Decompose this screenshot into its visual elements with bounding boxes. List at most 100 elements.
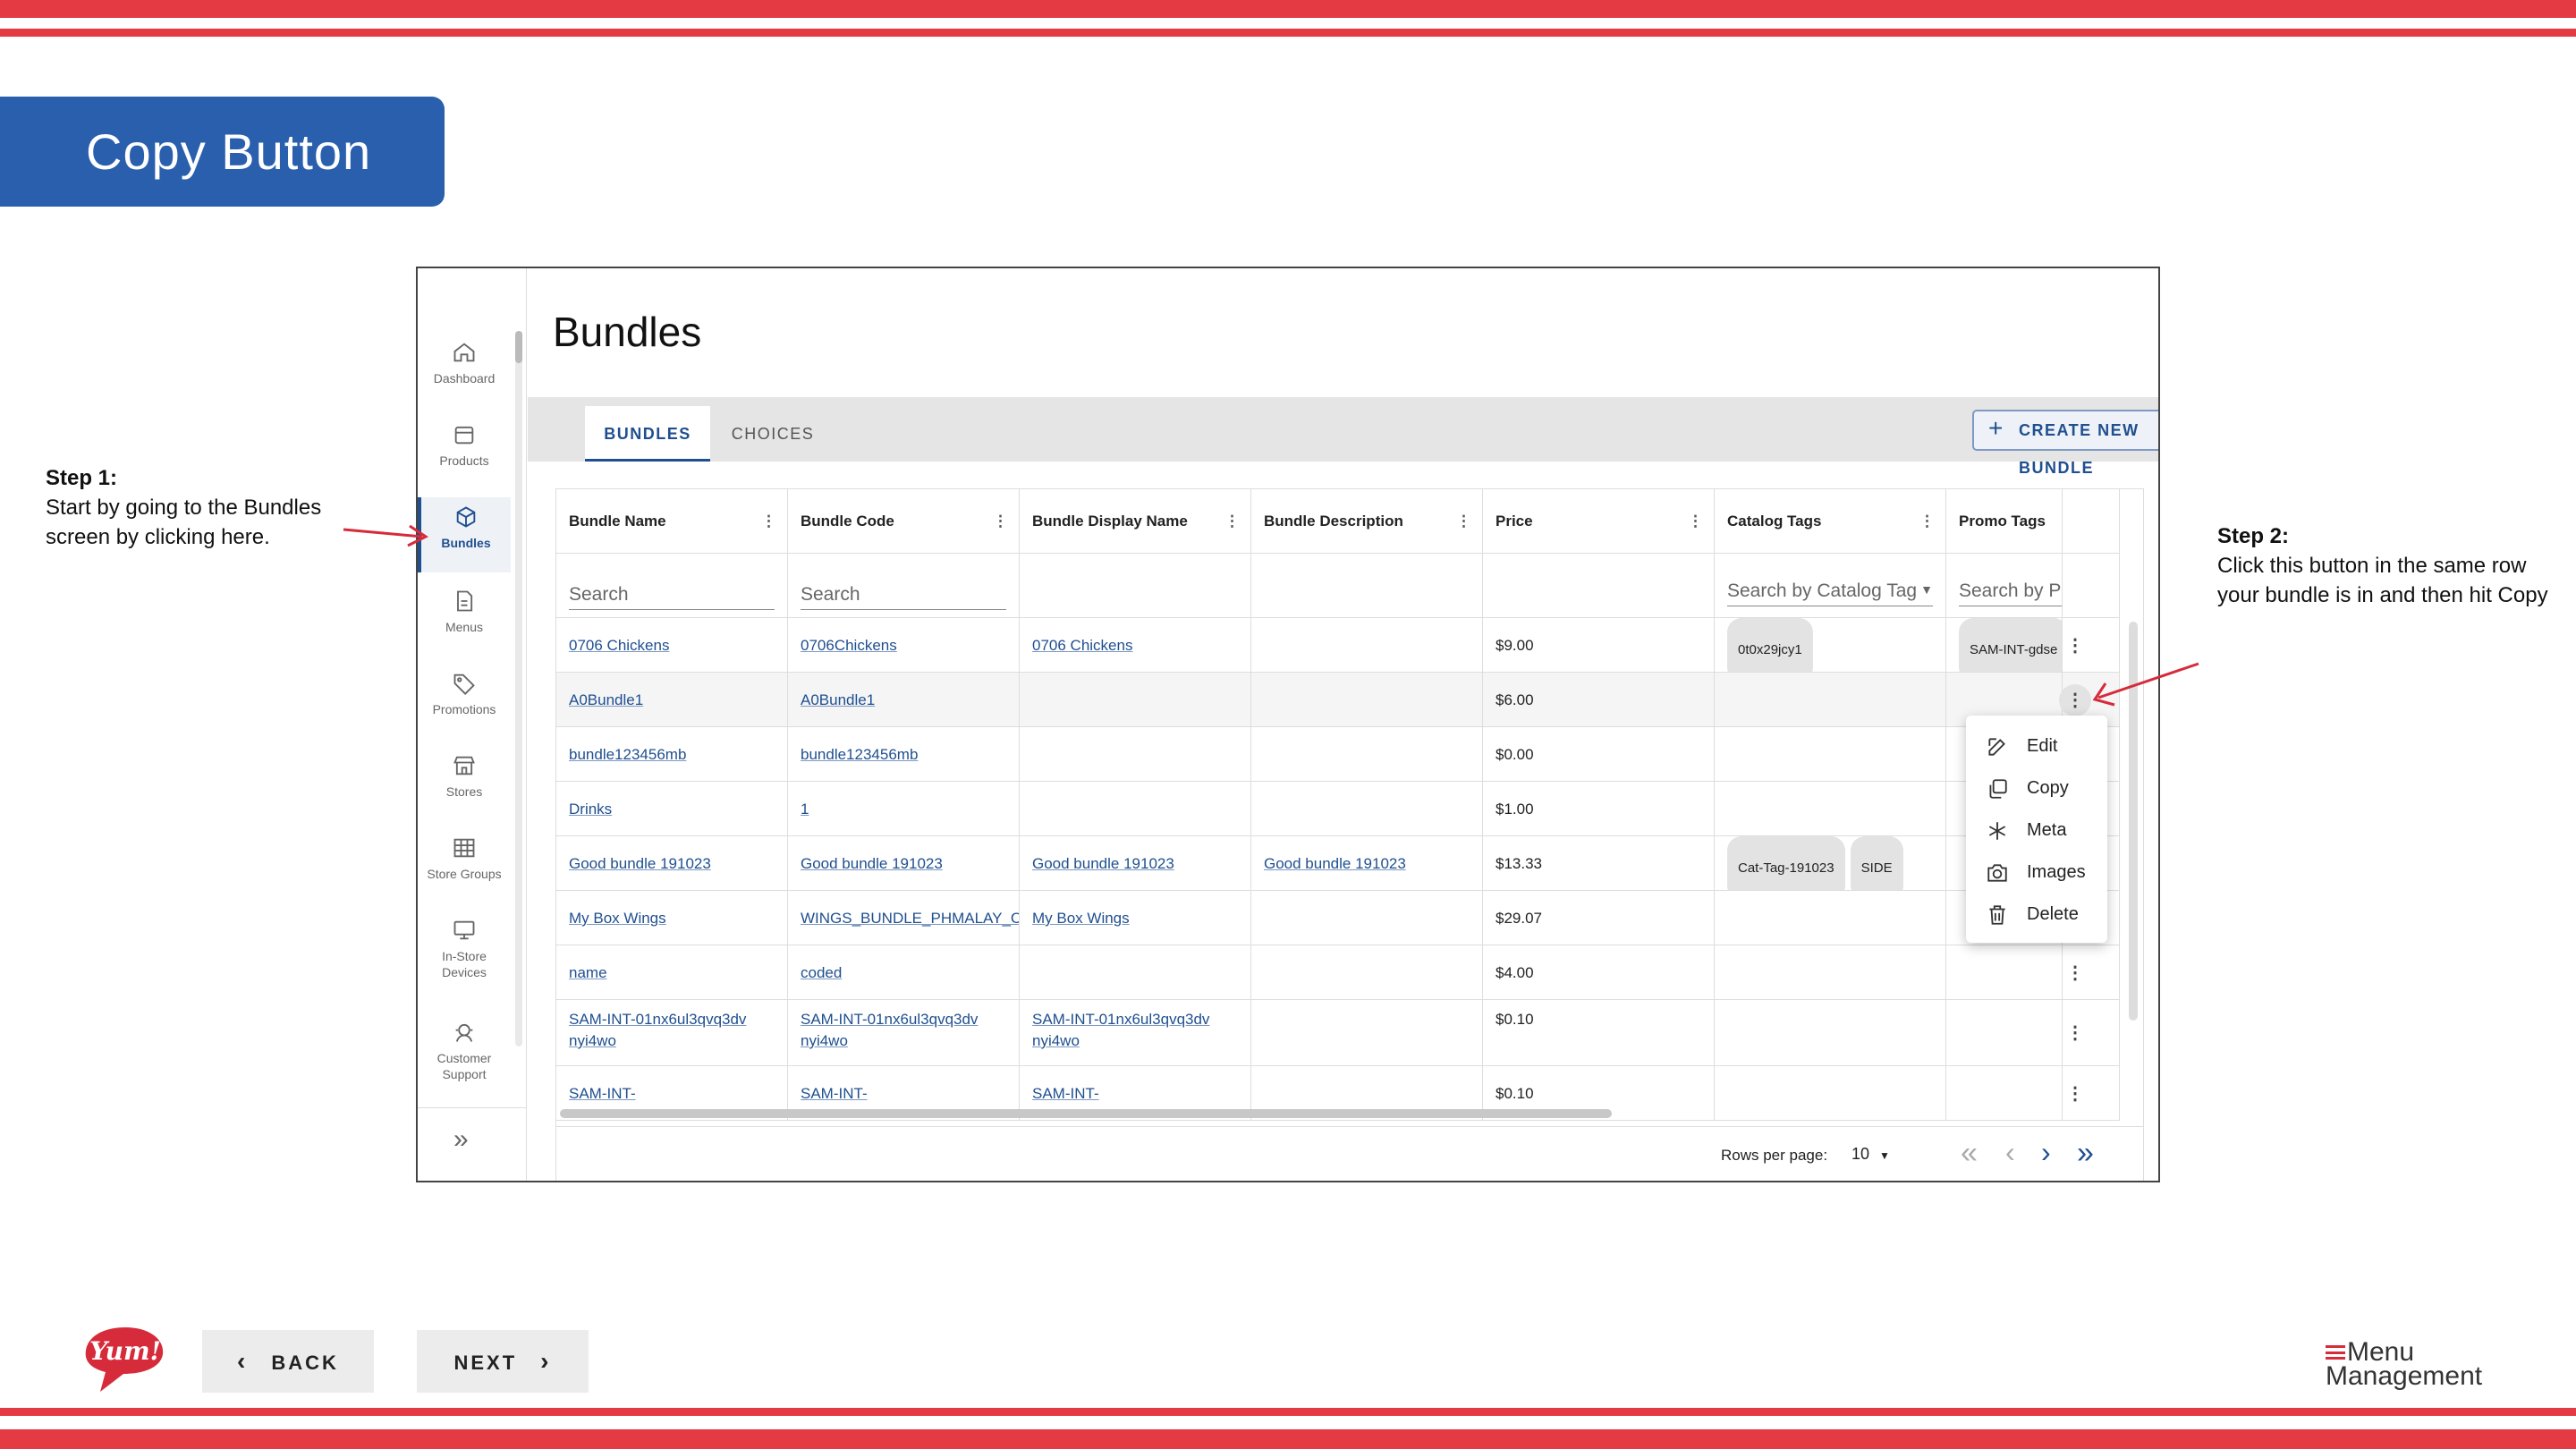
bundle-link[interactable]: Good bundle 191023 (569, 855, 711, 872)
bundle-link[interactable]: SAM-INT- (1032, 1085, 1099, 1102)
menu-item-edit[interactable]: Edit (1986, 728, 2057, 764)
back-button[interactable]: ‹ BACK (202, 1330, 374, 1393)
table-cell-name[interactable]: Drinks (556, 782, 788, 836)
bundle-link[interactable]: Drinks (569, 801, 612, 818)
table-cell-description[interactable] (1251, 727, 1483, 782)
rows-per-page-select[interactable]: 10 ▼ (1852, 1145, 1890, 1164)
table-row[interactable]: bundle123456mb bundle123456mb $0.00 (556, 727, 2120, 782)
bundle-link[interactable]: SAM-INT-01nx6ul3qvq3dvnyi4wo (1032, 1009, 1211, 1052)
bundle-link[interactable]: Good bundle 191023 (801, 855, 943, 872)
table-cell-description[interactable] (1251, 1000, 1483, 1066)
table-row[interactable]: A0Bundle1 A0Bundle1 $6.00 ⋮ (556, 673, 2120, 727)
table-cell-name[interactable]: SAM-INT-01nx6ul3qvq3dvnyi4wo (556, 1000, 788, 1066)
bundle-link[interactable]: coded (801, 964, 842, 981)
sidebar-item-promotions[interactable]: Promotions (418, 671, 511, 717)
table-cell-display[interactable]: Good bundle 191023 (1020, 836, 1251, 891)
expand-sidebar-icon[interactable]: » (453, 1124, 469, 1155)
tab-choices[interactable]: CHOICES (710, 406, 835, 462)
table-row[interactable]: Drinks 1 $1.00 (556, 782, 2120, 836)
table-cell-code[interactable]: Good bundle 191023 (788, 836, 1020, 891)
bundle-link[interactable]: SAM-INT- (801, 1085, 868, 1102)
next-button[interactable]: NEXT › (417, 1330, 589, 1393)
bundle-link[interactable]: bundle123456mb (801, 746, 918, 763)
table-horizontal-scrollbar[interactable] (560, 1109, 1612, 1118)
bundle-link[interactable]: A0Bundle1 (801, 691, 875, 708)
table-cell-code[interactable]: A0Bundle1 (788, 673, 1020, 727)
next-page-icon[interactable]: › (2041, 1136, 2051, 1169)
row-actions-kebab-icon[interactable]: ⋮ (2059, 1078, 2091, 1110)
sidebar-item-store-groups[interactable]: Store Groups (418, 835, 511, 882)
bundle-link[interactable]: Good bundle 191023 (1032, 855, 1174, 872)
sidebar-item-customer-support[interactable]: Customer Support (418, 1020, 511, 1082)
table-cell-description[interactable] (1251, 945, 1483, 1000)
sidebar-item-in-store-devices[interactable]: In-Store Devices (418, 918, 511, 980)
bundle-link[interactable]: 0706 Chickens (569, 637, 669, 654)
table-cell-description[interactable]: Good bundle 191023 (1251, 836, 1483, 891)
sidebar-scrollbar-thumb[interactable] (515, 331, 522, 363)
sidebar: Dashboard Products Bundles Menus Promoti… (418, 268, 527, 1181)
table-cell-code[interactable]: 1 (788, 782, 1020, 836)
table-cell-description[interactable] (1251, 891, 1483, 945)
table-cell-display[interactable] (1020, 945, 1251, 1000)
bundle-link[interactable]: My Box Wings (569, 910, 666, 927)
step2-arrow-icon (2092, 662, 2199, 707)
previous-page-icon[interactable]: ‹ (2005, 1136, 2015, 1169)
table-cell-name[interactable]: Good bundle 191023 (556, 836, 788, 891)
bundle-link[interactable]: SAM-INT- (569, 1085, 636, 1102)
sidebar-item-products[interactable]: Products (418, 422, 511, 469)
table-cell-display[interactable]: 0706 Chickens (1020, 618, 1251, 673)
table-cell-name[interactable]: 0706 Chickens (556, 618, 788, 673)
table-cell-code[interactable]: 0706Chickens (788, 618, 1020, 673)
table-cell-name[interactable]: name (556, 945, 788, 1000)
table-cell-description[interactable] (1251, 782, 1483, 836)
menu-item-images[interactable]: Images (1986, 854, 2086, 890)
table-cell-display[interactable] (1020, 673, 1251, 727)
table-cell-display[interactable]: SAM-INT-01nx6ul3qvq3dvnyi4wo (1020, 1000, 1251, 1066)
bundle-link[interactable]: name (569, 964, 607, 981)
row-actions-kebab-icon[interactable]: ⋮ (2059, 1017, 2091, 1049)
table-cell-display[interactable]: My Box Wings (1020, 891, 1251, 945)
table-cell-display[interactable] (1020, 727, 1251, 782)
bundle-link[interactable]: 0706Chickens (801, 637, 897, 654)
bundle-link[interactable]: My Box Wings (1032, 910, 1130, 927)
first-page-icon[interactable]: « (1961, 1136, 1978, 1171)
bundle-link[interactable]: bundle123456mb (569, 746, 686, 763)
row-actions-kebab-icon[interactable]: ⋮ (2059, 683, 2091, 716)
table-cell-display[interactable] (1020, 782, 1251, 836)
sidebar-item-dashboard[interactable]: Dashboard (418, 340, 511, 386)
bundle-link[interactable]: A0Bundle1 (569, 691, 643, 708)
tab-bundles[interactable]: BUNDLES (585, 406, 710, 462)
bundle-link[interactable]: SAM-INT-01nx6ul3qvq3dvnyi4wo (801, 1009, 979, 1052)
menu-item-meta[interactable]: Meta (1986, 812, 2066, 848)
create-new-bundle-label: CREATE NEW BUNDLE (2019, 421, 2140, 477)
sidebar-scrollbar[interactable] (515, 331, 522, 1046)
sidebar-item-stores[interactable]: Stores (418, 753, 511, 800)
sidebar-label-promotions: Promotions (432, 702, 496, 716)
menu-item-copy[interactable]: Copy (1986, 770, 2069, 806)
table-cell-description[interactable] (1251, 618, 1483, 673)
row-actions-kebab-icon[interactable]: ⋮ (2059, 957, 2091, 989)
table-cell-code[interactable]: WINGS_BUNDLE_PHMALAY_C (788, 891, 1020, 945)
table-cell-description[interactable] (1251, 673, 1483, 727)
create-new-bundle-button[interactable]: + CREATE NEW BUNDLE (1972, 410, 2158, 477)
bundle-link[interactable]: Good bundle 191023 (1264, 855, 1406, 872)
table-cell-name[interactable]: bundle123456mb (556, 727, 788, 782)
table-row[interactable]: SAM-INT-01nx6ul3qvq3dvnyi4wo SAM-INT-01nx… (556, 1000, 2120, 1066)
table-row[interactable]: 0706 Chickens 0706Chickens 0706 Chickens $9… (556, 618, 2120, 673)
table-row[interactable]: My Box Wings WINGS_BUNDLE_PHMALAY_C My Box… (556, 891, 2120, 945)
bundle-link[interactable]: WINGS_BUNDLE_PHMALAY_C (801, 910, 1019, 927)
bundle-link[interactable]: 1 (801, 801, 809, 818)
table-cell-code[interactable]: coded (788, 945, 1020, 1000)
table-row[interactable]: name coded $4.00 ⋮ (556, 945, 2120, 1000)
bundle-link[interactable]: SAM-INT-01nx6ul3qvq3dvnyi4wo (569, 1009, 748, 1052)
sidebar-item-menus[interactable]: Menus (418, 589, 511, 635)
table-row[interactable]: Good bundle 191023 Good bundle 191023 Good… (556, 836, 2120, 891)
row-actions-kebab-icon[interactable]: ⋮ (2059, 630, 2091, 662)
table-cell-name[interactable]: A0Bundle1 (556, 673, 788, 727)
table-cell-code[interactable]: bundle123456mb (788, 727, 1020, 782)
table-cell-code[interactable]: SAM-INT-01nx6ul3qvq3dvnyi4wo (788, 1000, 1020, 1066)
last-page-icon[interactable]: » (2077, 1136, 2094, 1171)
bundle-link[interactable]: 0706 Chickens (1032, 637, 1132, 654)
menu-item-delete[interactable]: Delete (1986, 896, 2079, 932)
table-cell-name[interactable]: My Box Wings (556, 891, 788, 945)
